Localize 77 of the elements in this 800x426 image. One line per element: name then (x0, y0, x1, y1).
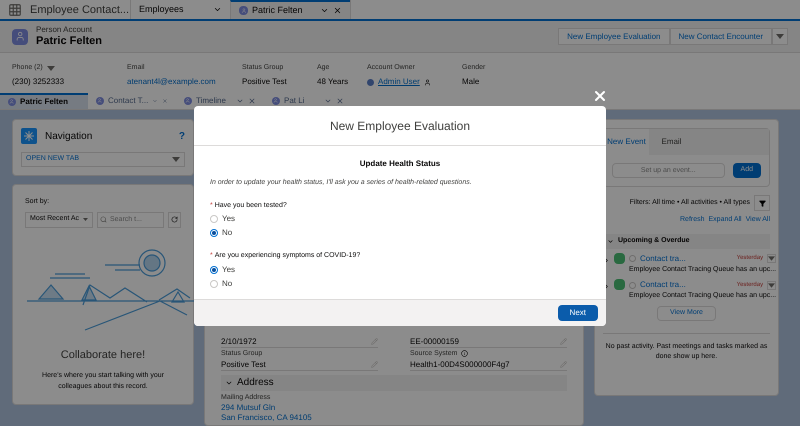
field-value: 48 Years (317, 76, 350, 88)
chevron-icon[interactable] (236, 97, 244, 105)
address-section-header[interactable]: Address (221, 374, 567, 390)
field-value: Male (462, 76, 480, 88)
chevron-icon (607, 238, 614, 244)
task-icon (614, 252, 625, 264)
radio-label: No (222, 227, 232, 239)
radio-label: No (222, 278, 232, 290)
chevron-icon[interactable] (213, 5, 222, 14)
task-menu-button[interactable] (767, 280, 776, 290)
task-checkbox[interactable] (629, 255, 636, 262)
activity-tab[interactable]: Email (649, 129, 694, 155)
navigation-title: Navigation (45, 130, 94, 144)
caret-icon (768, 282, 776, 288)
close-icon[interactable] (336, 97, 344, 105)
person-account-icon (8, 98, 16, 106)
email-link[interactable]: atenant4l@example.com (127, 75, 242, 89)
field-value: EE-00000159 (410, 336, 460, 346)
owner-link[interactable]: Admin User (378, 75, 420, 89)
person-account-icon (96, 97, 104, 105)
collaborate-title: Collaborate here! (60, 348, 146, 362)
radio-button[interactable] (210, 280, 218, 288)
task-menu-button[interactable] (767, 254, 776, 263)
record-name: Patric Felten (36, 34, 102, 48)
chevron-icon[interactable] (320, 6, 329, 15)
field-value: (230) 3252333 (12, 76, 66, 88)
radio-button[interactable] (210, 215, 218, 223)
field-value: Health1-00D4S000000F4g7 (410, 358, 511, 370)
task-link[interactable]: Contact tra... (640, 252, 733, 264)
help-link[interactable]: ? (178, 128, 185, 144)
caret-icon (172, 157, 180, 162)
user-avatar-icon (367, 78, 374, 86)
close-icon[interactable] (333, 6, 342, 15)
task-link[interactable]: Contact tra... (640, 279, 733, 291)
person-account-icon (239, 6, 248, 15)
task-checkbox[interactable] (629, 282, 636, 288)
radio-button[interactable] (210, 266, 218, 274)
workspace-tab[interactable]: Patric Felten (230, 0, 350, 19)
search-icon (100, 216, 107, 222)
more-actions-button[interactable] (772, 28, 788, 45)
field-value: Positive Test (221, 358, 267, 370)
radio-label: Yes (222, 213, 236, 225)
close-icon[interactable] (248, 97, 256, 105)
radio-button[interactable] (210, 229, 218, 237)
subtab[interactable]: Contact T... (88, 93, 176, 109)
close-icon[interactable] (592, 88, 608, 104)
next-button[interactable]: Next (558, 305, 598, 321)
person-account-icon (184, 97, 192, 105)
subtab[interactable]: Pat Li (264, 93, 352, 109)
record-type: Person Account (36, 24, 94, 35)
radio-label: Yes (222, 264, 236, 276)
address-link[interactable]: San Francisco, CA 94105 (221, 413, 567, 423)
subtab[interactable]: Patric Felten (0, 93, 88, 109)
caret-icon (83, 217, 88, 222)
close-icon[interactable] (162, 97, 168, 105)
person-account-icon (12, 28, 28, 44)
activity-tab[interactable]: New Event (604, 129, 649, 155)
subtab[interactable]: Timeline (176, 93, 264, 109)
chevron-icon[interactable] (324, 97, 332, 105)
modal-title: New Employee Evaluation (330, 118, 470, 134)
field-value: 2/10/1972 (221, 336, 258, 346)
field-value: Positive Test (242, 76, 288, 88)
form-heading: Update Health Status (358, 158, 442, 170)
caret-icon (768, 256, 776, 261)
address-link[interactable]: 294 Mutsuf Gln (221, 403, 567, 413)
task-icon (614, 279, 625, 290)
refresh-icon (171, 216, 178, 223)
dropdown-icon (46, 66, 55, 70)
action-button[interactable]: New Employee Evaluation (558, 28, 670, 45)
change-owner-icon[interactable] (424, 78, 431, 86)
filter-button[interactable] (754, 195, 770, 211)
filter-icon (758, 200, 766, 206)
refresh-button[interactable] (168, 212, 181, 228)
navigation-icon (21, 128, 37, 144)
action-button[interactable]: New Contact Encounter (670, 28, 772, 45)
caret-icon (776, 34, 784, 39)
app-name: Employee Contact... (30, 2, 130, 16)
